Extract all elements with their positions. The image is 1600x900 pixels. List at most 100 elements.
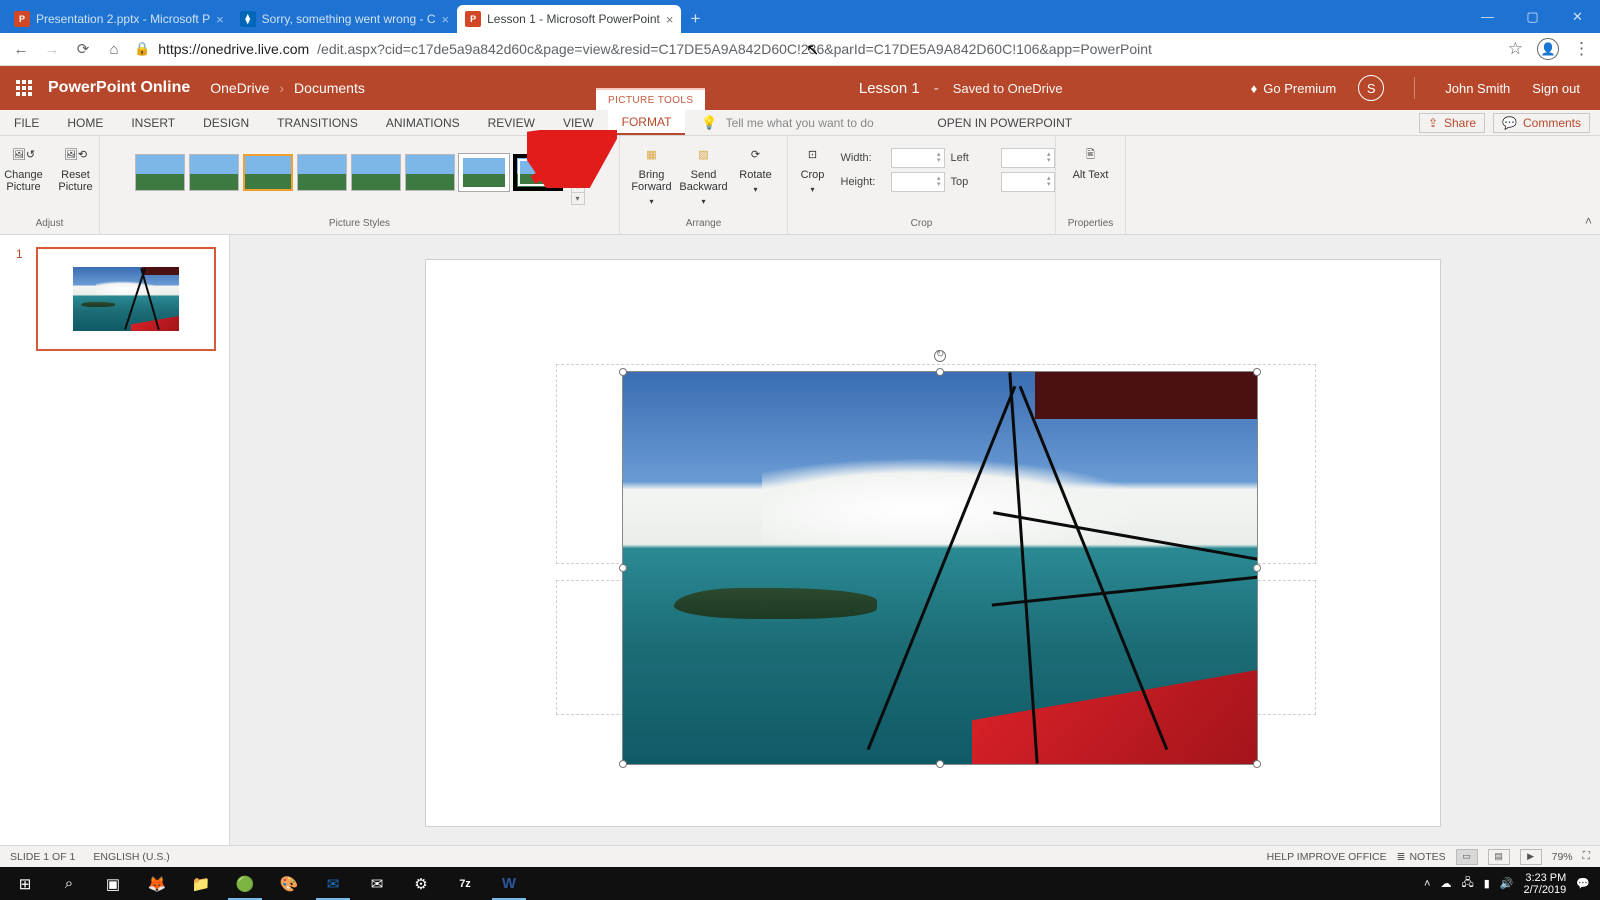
volume-icon[interactable]: 🔊 bbox=[1500, 877, 1514, 890]
resize-handle-e[interactable] bbox=[1253, 564, 1261, 572]
left-input[interactable]: ▴▾ bbox=[1001, 148, 1055, 168]
slide-counter[interactable]: SLIDE 1 OF 1 bbox=[10, 851, 75, 863]
start-button[interactable]: ⊞ bbox=[4, 867, 46, 900]
new-tab-button[interactable]: + bbox=[681, 5, 709, 33]
minimize-button[interactable]: — bbox=[1465, 0, 1510, 33]
picture-style-2[interactable] bbox=[189, 154, 239, 191]
picture-styles-more[interactable]: ▴▾▾ bbox=[571, 168, 585, 205]
firefox-icon[interactable]: 🦊 bbox=[136, 867, 178, 900]
slideshow-view-button[interactable]: ▶ bbox=[1520, 849, 1542, 865]
profile-icon[interactable]: 👤 bbox=[1537, 38, 1559, 60]
close-icon[interactable]: × bbox=[216, 12, 224, 27]
width-input[interactable]: ▴▾ bbox=[891, 148, 945, 168]
file-explorer-icon[interactable]: 📁 bbox=[180, 867, 222, 900]
chrome-icon[interactable]: 🟢 bbox=[224, 867, 266, 900]
bring-forward-button[interactable]: ▦Bring Forward▾ bbox=[628, 140, 676, 208]
alt-text-button[interactable]: 🖹Alt Text bbox=[1067, 140, 1115, 181]
reset-picture-button[interactable]: 🖼⟲Reset Picture bbox=[52, 140, 100, 193]
picture-style-4[interactable] bbox=[297, 154, 347, 191]
star-icon[interactable]: ☆ bbox=[1508, 39, 1523, 59]
mail-icon[interactable]: ✉ bbox=[356, 867, 398, 900]
tell-me-search[interactable]: 💡Tell me what you want to do bbox=[701, 110, 921, 135]
word-icon[interactable]: W bbox=[488, 867, 530, 900]
help-improve-link[interactable]: HELP IMPROVE OFFICE bbox=[1267, 851, 1387, 863]
7zip-icon[interactable]: 7z bbox=[444, 867, 486, 900]
tab-design[interactable]: DESIGN bbox=[189, 110, 263, 135]
fit-to-window-icon[interactable]: ⛶ bbox=[1583, 850, 1590, 863]
app-icon[interactable]: 🎨 bbox=[268, 867, 310, 900]
resize-handle-se[interactable] bbox=[1253, 760, 1261, 768]
app-brand[interactable]: PowerPoint Online bbox=[48, 79, 210, 97]
picture-style-7[interactable] bbox=[459, 154, 509, 191]
share-button[interactable]: ⇪Share bbox=[1419, 113, 1485, 133]
tab-format[interactable]: FORMAT bbox=[608, 110, 686, 135]
language-indicator[interactable]: ENGLISH (U.S.) bbox=[93, 851, 169, 863]
close-icon[interactable]: × bbox=[442, 12, 450, 27]
notes-toggle[interactable]: ≣NOTES bbox=[1397, 851, 1446, 863]
picture-style-6[interactable] bbox=[405, 154, 455, 191]
reload-button[interactable]: ⟳ bbox=[72, 38, 94, 60]
tab-lesson1[interactable]: P Lesson 1 - Microsoft PowerPoint × bbox=[457, 5, 681, 33]
resize-handle-n[interactable] bbox=[936, 368, 944, 376]
spinner-arrows-icon[interactable]: ▴▾ bbox=[937, 176, 941, 188]
home-button[interactable]: ⌂ bbox=[103, 38, 125, 60]
height-input[interactable]: ▴▾ bbox=[891, 172, 945, 192]
crumb-documents[interactable]: Documents bbox=[294, 80, 365, 96]
go-premium-button[interactable]: ♦Go Premium bbox=[1251, 81, 1337, 96]
spinner-arrows-icon[interactable]: ▴▾ bbox=[937, 152, 941, 164]
battery-icon[interactable]: ▮ bbox=[1484, 877, 1490, 890]
resize-handle-w[interactable] bbox=[619, 564, 627, 572]
picture-style-8[interactable] bbox=[513, 154, 563, 191]
tab-file[interactable]: FILE bbox=[0, 110, 53, 135]
resize-handle-ne[interactable] bbox=[1253, 368, 1261, 376]
resize-handle-sw[interactable] bbox=[619, 760, 627, 768]
open-in-powerpoint[interactable]: OPEN IN POWERPOINT bbox=[921, 110, 1088, 135]
crumb-onedrive[interactable]: OneDrive bbox=[210, 80, 269, 96]
slide-1[interactable] bbox=[425, 259, 1441, 827]
picture-style-3[interactable] bbox=[243, 154, 293, 191]
spinner-arrows-icon[interactable]: ▴▾ bbox=[1047, 176, 1051, 188]
user-name[interactable]: John Smith bbox=[1445, 81, 1510, 96]
rotate-button[interactable]: ⟳Rotate▾ bbox=[732, 140, 780, 196]
spinner-arrows-icon[interactable]: ▴▾ bbox=[1047, 152, 1051, 164]
network-icon[interactable]: 🖧 bbox=[1461, 874, 1473, 893]
selected-picture[interactable] bbox=[622, 371, 1258, 765]
sign-out-button[interactable]: Sign out bbox=[1532, 81, 1580, 96]
settings-icon[interactable]: ⚙ bbox=[400, 867, 442, 900]
tab-presentation2[interactable]: P Presentation 2.pptx - Microsoft P × bbox=[6, 5, 232, 33]
skype-icon[interactable]: S bbox=[1358, 75, 1384, 101]
document-title[interactable]: Lesson 1 bbox=[859, 80, 920, 97]
tab-error[interactable]: ⧫ Sorry, something went wrong - C × bbox=[232, 5, 457, 33]
tab-home[interactable]: HOME bbox=[53, 110, 117, 135]
slide-canvas-area[interactable] bbox=[230, 235, 1600, 867]
close-window-button[interactable]: ✕ bbox=[1555, 0, 1600, 33]
send-backward-button[interactable]: ▧Send Backward▾ bbox=[680, 140, 728, 208]
tab-view[interactable]: VIEW bbox=[549, 110, 608, 135]
comments-button[interactable]: 💬Comments bbox=[1493, 113, 1590, 133]
tab-insert[interactable]: INSERT bbox=[117, 110, 189, 135]
clock[interactable]: 3:23 PM2/7/2019 bbox=[1523, 872, 1566, 896]
tab-transitions[interactable]: TRANSITIONS bbox=[263, 110, 372, 135]
maximize-button[interactable]: ▢ bbox=[1510, 0, 1555, 33]
back-button[interactable]: ← bbox=[10, 38, 32, 60]
collapse-ribbon-icon[interactable]: ˄ bbox=[1585, 214, 1592, 228]
url-field[interactable]: 🔒 https://onedrive.live.com/edit.aspx?ci… bbox=[134, 41, 1499, 57]
forward-button[interactable]: → bbox=[41, 38, 63, 60]
resize-handle-nw[interactable] bbox=[619, 368, 627, 376]
outlook-icon[interactable]: ✉ bbox=[312, 867, 354, 900]
slide-thumbnail-1[interactable] bbox=[36, 247, 216, 351]
menu-icon[interactable]: ⋮ bbox=[1573, 39, 1590, 59]
rotate-handle[interactable] bbox=[934, 350, 946, 362]
tab-animations[interactable]: ANIMATIONS bbox=[372, 110, 474, 135]
tray-chevron-icon[interactable]: ˄ bbox=[1424, 878, 1430, 890]
notifications-icon[interactable]: 💬 bbox=[1576, 877, 1590, 890]
zoom-level[interactable]: 79% bbox=[1552, 851, 1573, 863]
picture-style-5[interactable] bbox=[351, 154, 401, 191]
top-input[interactable]: ▴▾ bbox=[1001, 172, 1055, 192]
onedrive-tray-icon[interactable]: ☁ bbox=[1440, 877, 1451, 890]
task-view-button[interactable]: ▣ bbox=[92, 867, 134, 900]
normal-view-button[interactable]: ▭ bbox=[1456, 849, 1478, 865]
picture-style-1[interactable] bbox=[135, 154, 185, 191]
crop-button[interactable]: ⊡Crop▾ bbox=[789, 140, 837, 196]
close-icon[interactable]: × bbox=[666, 12, 674, 27]
